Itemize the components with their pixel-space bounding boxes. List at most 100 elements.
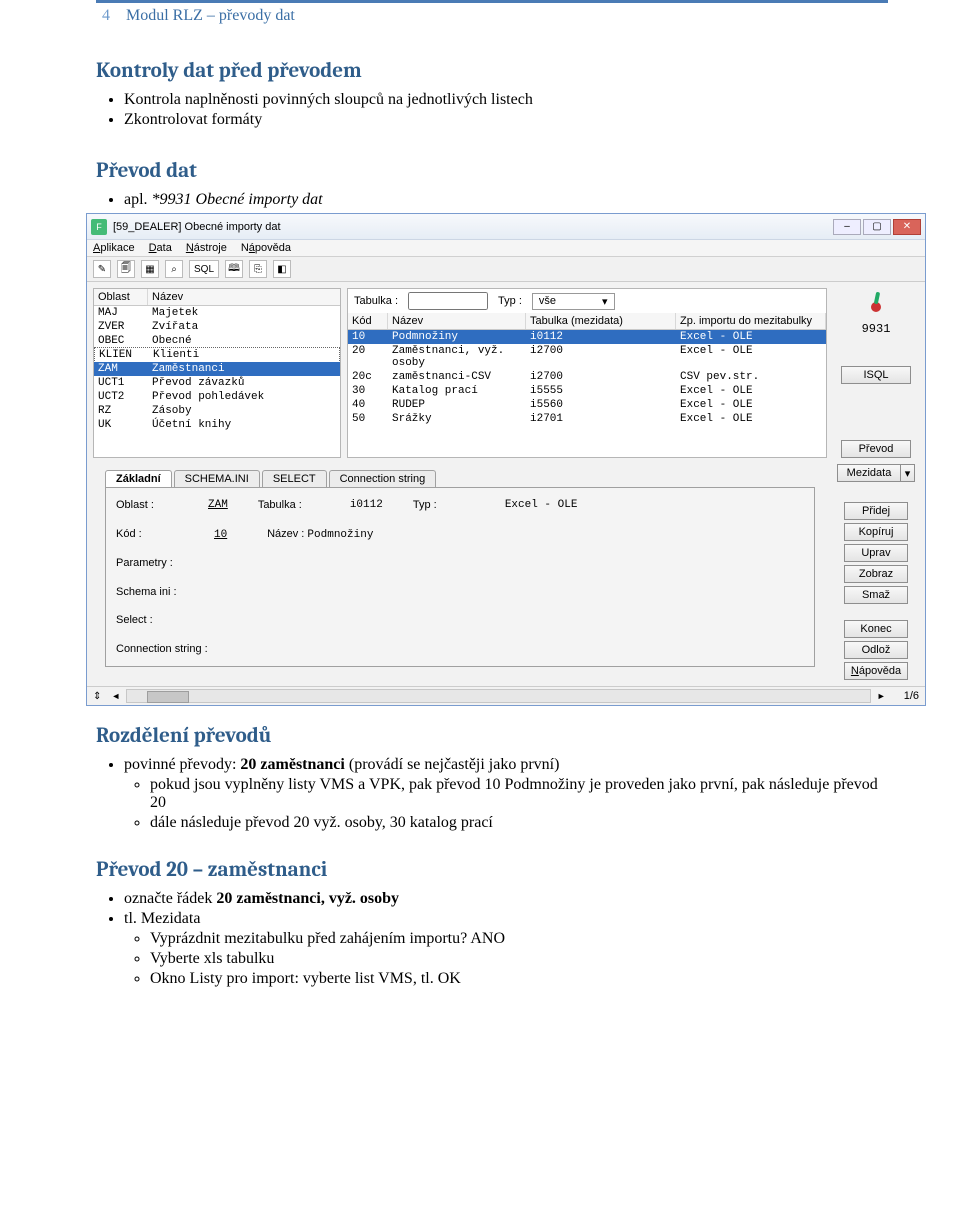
value-oblast: ZAM bbox=[208, 499, 228, 511]
table-row[interactable]: KLIENKlienti bbox=[94, 347, 340, 363]
label-tabulka: Tabulka : bbox=[354, 295, 398, 307]
menu-aplikace[interactable]: Aplikace bbox=[93, 242, 135, 254]
table-row[interactable]: 20Zaměstnanci, vyž. osobyi2700Excel - OL… bbox=[348, 344, 826, 370]
app-number: 9931 bbox=[862, 322, 891, 336]
list-item: tl. Mezidata bbox=[124, 910, 888, 928]
list-item: Okno Listy pro import: vyberte list VMS,… bbox=[150, 970, 888, 988]
mezidata-dropdown[interactable]: ▾ bbox=[901, 464, 915, 482]
list-kontroly: Kontrola naplněnosti povinných sloupců n… bbox=[124, 91, 888, 129]
list-prevod20: označte řádek 20 zaměstnanci, vyž. osoby… bbox=[124, 890, 888, 928]
statusbar: ⇕ ◄ ► 1/6 bbox=[87, 686, 925, 705]
arrows-icon[interactable]: ⇕ bbox=[93, 691, 101, 702]
value-kod: 10 bbox=[214, 529, 254, 541]
page-header: 4 Modul RLZ – převody dat bbox=[96, 0, 888, 41]
menu-napoveda[interactable]: Nápověda bbox=[241, 242, 291, 254]
window-title: [59_DEALER] Obecné importy dat bbox=[113, 221, 833, 233]
tabs-row: Základní SCHEMA.INI SELECT Connection st… bbox=[99, 470, 821, 487]
zobraz-button[interactable]: Zobraz bbox=[844, 565, 908, 583]
scrollbar-horizontal[interactable] bbox=[126, 689, 870, 703]
label-conn: Connection string : bbox=[116, 643, 208, 655]
table-row[interactable]: 40RUDEPi5560Excel - OLE bbox=[348, 398, 826, 412]
toolbar-icon[interactable]: ✎ bbox=[93, 260, 111, 278]
label-schema: Schema ini : bbox=[116, 586, 208, 598]
label-parametry: Parametry : bbox=[116, 557, 208, 569]
mid-grid-header: Kód Název Tabulka (mezidata) Zp. importu… bbox=[348, 313, 826, 330]
toolbar-icon[interactable]: ▦ bbox=[141, 260, 159, 278]
heading-rozdeleni: Rozdělení převodů bbox=[96, 724, 888, 748]
label-tabulka2: Tabulka : bbox=[258, 499, 344, 511]
list-prevod-dat: apl. apl. *9931 Obecné importy dat*9931 … bbox=[124, 191, 888, 209]
detail-panel: Oblast : ZAM Tabulka : i0112 Typ : Excel… bbox=[105, 487, 815, 667]
napoveda-button[interactable]: Nápověda bbox=[844, 662, 908, 680]
menu-nastroje[interactable]: Nástroje bbox=[186, 242, 227, 254]
tab-zakladni[interactable]: Základní bbox=[105, 470, 172, 487]
minimize-button[interactable]: – bbox=[833, 219, 861, 235]
list-prevod20-sub: Vyprázdnit mezitabulku před zahájením im… bbox=[150, 930, 888, 988]
tab-conn[interactable]: Connection string bbox=[329, 470, 437, 487]
mezidata-button[interactable]: Mezidata bbox=[837, 464, 901, 482]
toolbar-icon[interactable]: 🕮 bbox=[225, 260, 243, 278]
table-row[interactable]: 50Srážkyi2701Excel - OLE bbox=[348, 412, 826, 426]
value-typ: Excel - OLE bbox=[505, 499, 578, 511]
right-column: 9931 ISQL Převod bbox=[833, 288, 919, 458]
table-row[interactable]: MAJMajetek bbox=[94, 306, 340, 320]
toolbar-icon[interactable]: ⌕ bbox=[165, 260, 183, 278]
uprav-button[interactable]: Uprav bbox=[844, 544, 908, 562]
isql-button[interactable]: ISQL bbox=[841, 366, 911, 384]
list-item: apl. apl. *9931 Obecné importy dat*9931 … bbox=[124, 191, 888, 209]
table-row[interactable]: UKÚčetní knihy bbox=[94, 418, 340, 432]
table-row[interactable]: ZAMZaměstnanci bbox=[94, 362, 340, 376]
label-select: Select : bbox=[116, 614, 208, 626]
table-row[interactable]: UCT2Převod pohledávek bbox=[94, 390, 340, 404]
list-rozdeleni: povinné převody: 20 zaměstnanci (provádí… bbox=[124, 756, 888, 774]
label-kod: Kód : bbox=[116, 528, 208, 540]
kopiruj-button[interactable]: Kopíruj bbox=[844, 523, 908, 541]
heading-prevod20: Převod 20 – zaměstnanci bbox=[96, 858, 888, 882]
list-item: povinné převody: 20 zaměstnanci (provádí… bbox=[124, 756, 888, 774]
list-item: dále následuje převod 20 vyž. osoby, 30 … bbox=[150, 814, 888, 832]
label-typ2: Typ : bbox=[413, 499, 499, 511]
maximize-button[interactable]: ▢ bbox=[863, 219, 891, 235]
tab-schema[interactable]: SCHEMA.INI bbox=[174, 470, 260, 487]
page-title: Modul RLZ – převody dat bbox=[126, 7, 295, 25]
value-nazev: Podmnožiny bbox=[307, 529, 373, 541]
side-buttons: Mezidata ▾ Přidej Kopíruj Uprav Zobraz S… bbox=[833, 464, 919, 680]
list-rozdeleni-sub: pokud jsou vyplněny listy VMS a VPK, pak… bbox=[150, 776, 888, 832]
table-row[interactable]: OBECObecné bbox=[94, 334, 340, 348]
toolbar-icon[interactable]: ◧ bbox=[273, 260, 291, 278]
status-record: 1/6 bbox=[904, 690, 919, 702]
toolbar-icon[interactable]: 🗐 bbox=[117, 260, 135, 278]
list-item: Vyprázdnit mezitabulku před zahájením im… bbox=[150, 930, 888, 948]
table-row[interactable]: RZZásoby bbox=[94, 404, 340, 418]
mid-top-filters: Tabulka : Typ : vše ▾ bbox=[348, 289, 826, 313]
prevod-button[interactable]: Převod bbox=[841, 440, 911, 458]
app-icon: F bbox=[91, 219, 107, 235]
heading-kontroly: Kontroly dat před převodem bbox=[96, 59, 888, 83]
table-row[interactable]: UCT1Převod závazků bbox=[94, 376, 340, 390]
toolbar-icon[interactable]: ⎘ bbox=[249, 260, 267, 278]
konec-button[interactable]: Konec bbox=[844, 620, 908, 638]
list-item: označte řádek 20 zaměstnanci, vyž. osoby bbox=[124, 890, 888, 908]
toolbar-icon[interactable]: SQL bbox=[189, 260, 219, 278]
pridej-button[interactable]: Přidej bbox=[844, 502, 908, 520]
smaz-button[interactable]: Smaž bbox=[844, 586, 908, 604]
input-tabulka[interactable] bbox=[408, 292, 488, 310]
table-row[interactable]: 10Podmnožinyi0112Excel - OLE bbox=[348, 330, 826, 344]
mid-grid: Tabulka : Typ : vše ▾ Kód Název Tabulka … bbox=[347, 288, 827, 458]
dropdown-typ[interactable]: vše ▾ bbox=[532, 293, 615, 310]
left-grid: Oblast Název MAJMajetekZVERZvířataOBECOb… bbox=[93, 288, 341, 458]
left-grid-header: Oblast Název bbox=[94, 289, 340, 306]
odloz-button[interactable]: Odlož bbox=[844, 641, 908, 659]
menu-data[interactable]: Data bbox=[149, 242, 172, 254]
table-row[interactable]: 20czaměstnanci-CSVi2700CSV pev.str. bbox=[348, 370, 826, 384]
list-item: pokud jsou vyplněny listy VMS a VPK, pak… bbox=[150, 776, 888, 812]
tab-select[interactable]: SELECT bbox=[262, 470, 327, 487]
titlebar: F [59_DEALER] Obecné importy dat – ▢ ✕ bbox=[87, 214, 925, 240]
close-button[interactable]: ✕ bbox=[893, 219, 921, 235]
menubar: Aplikace Data Nástroje Nápověda bbox=[87, 240, 925, 257]
table-row[interactable]: ZVERZvířata bbox=[94, 320, 340, 334]
label-nazev: Název : bbox=[267, 528, 304, 540]
table-row[interactable]: 30Katalog pracíi5555Excel - OLE bbox=[348, 384, 826, 398]
value-tabulka: i0112 bbox=[350, 499, 383, 511]
list-item: Kontrola naplněnosti povinných sloupců n… bbox=[124, 91, 888, 109]
